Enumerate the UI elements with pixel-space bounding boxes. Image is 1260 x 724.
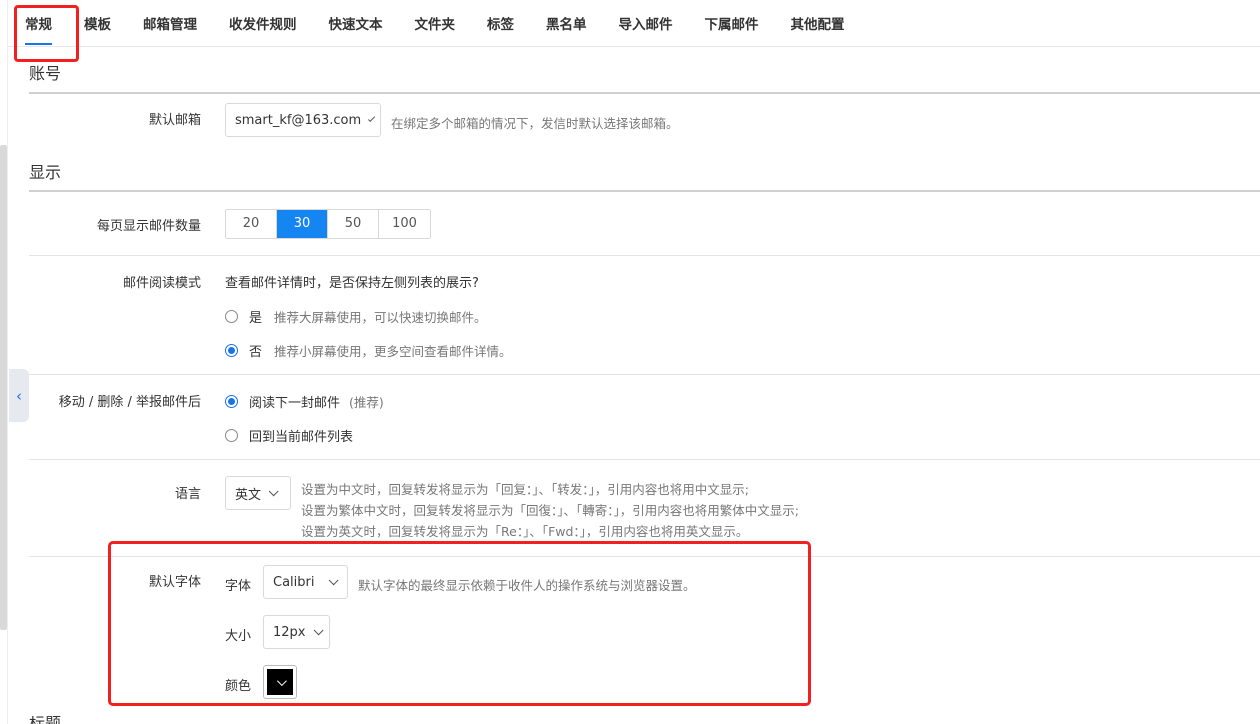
per-page-option-30[interactable]: 30 [277,210,328,238]
radio-circle[interactable] [225,429,238,442]
section-title-display: 显示 [29,163,62,182]
per-page-option-100[interactable]: 100 [379,210,430,238]
font-size-value: 12px [273,624,306,640]
per-page-option-50[interactable]: 50 [328,210,379,238]
highlight-box-font [108,541,811,706]
chevron-down-icon [329,574,340,585]
radio-circle[interactable] [225,395,238,408]
tab-other-config[interactable]: 其他配置 [791,0,845,47]
radio-circle[interactable] [225,310,238,323]
radio-label: 回到当前邮件列表 [249,430,354,445]
default-mailbox-select[interactable]: smart_kf@163.com [225,103,381,137]
settings-tabs: 常规 模板 邮箱管理 收发件规则 快速文本 文件夹 标签 黑名单 导入邮件 下属… [8,0,1260,47]
font-family-select[interactable]: Calibri [263,565,348,599]
default-mailbox-label: 默认邮箱 [148,113,201,128]
language-hint-line: 设置为英文时，回复转发将显示为「Re：」、「Fwd：」，引用内容也将用英文显示。 [301,524,749,539]
read-mode-question: 查看邮件详情时，是否保持左侧列表的展示? [225,276,479,291]
chevron-down-icon [268,485,279,496]
radio-label: 是 [249,311,263,326]
language-hint-line: 设置为繁体中文时，回复转发将显示为「回復：」、「轉寄：」，引用内容也将用繁体中文… [301,503,799,518]
collapse-sidebar-button[interactable]: ‹ [9,369,29,422]
divider [29,374,1260,375]
language-value: 英文 [235,487,262,503]
font-family-label: 字体 [225,579,252,594]
after-action-label: 移动 / 删除 / 举报邮件后 [58,395,201,410]
radio-label: 否 [249,345,263,360]
section-title-next: 标题 [29,716,61,724]
divider [29,255,1260,256]
tab-quick-text[interactable]: 快速文本 [329,0,383,47]
after-action-radio-back[interactable]: 回到当前邮件列表 [225,426,353,445]
radio-hint: 推荐大屏幕使用，可以快速切换邮件。 [274,310,487,325]
tab-tags[interactable]: 标签 [487,0,514,47]
tab-subordinate-mail[interactable]: 下属邮件 [705,0,759,47]
tab-import-mail[interactable]: 导入邮件 [619,0,673,47]
chevron-down-icon [276,675,287,686]
default-mailbox-value: smart_kf@163.com [235,112,362,128]
after-action-radio-next[interactable]: 阅读下一封邮件 (推荐) [225,392,384,411]
chevron-down-icon [368,114,376,122]
per-page-label: 每页显示邮件数量 [96,219,201,234]
font-hint: 默认字体的最终显示依赖于收件人的操作系统与浏览器设置。 [358,578,696,593]
radio-hint: (推荐) [349,395,384,410]
divider [29,556,1260,557]
left-scrollbar[interactable] [0,145,7,630]
radio-circle[interactable] [225,344,238,357]
radio-hint: 推荐小屏幕使用，更多空间查看邮件详情。 [274,344,512,359]
tab-general[interactable]: 常规 [25,0,52,47]
font-family-value: Calibri [273,574,315,590]
chevron-left-icon: ‹ [16,386,22,405]
settings-page: ‹ 常规 模板 邮箱管理 收发件规则 快速文本 文件夹 标签 黑名单 导入邮件 … [0,0,1260,724]
tab-templates[interactable]: 模板 [84,0,111,47]
read-mode-label: 邮件阅读模式 [122,276,201,291]
divider [29,190,1260,192]
divider [29,459,1260,460]
color-swatch-fill [267,669,293,695]
font-color-label: 颜色 [225,679,252,694]
default-mailbox-hint: 在绑定多个邮箱的情况下，发信时默认选择该邮箱。 [391,116,679,131]
section-title-account: 账号 [29,64,62,83]
tab-folders[interactable]: 文件夹 [415,0,456,47]
per-page-option-20[interactable]: 20 [226,210,277,238]
default-font-label: 默认字体 [148,575,201,590]
chevron-down-icon [313,624,324,635]
read-mode-radio-no[interactable]: 否 推荐小屏幕使用，更多空间查看邮件详情。 [225,341,512,360]
language-select[interactable]: 英文 [225,476,291,510]
radio-label: 阅读下一封邮件 [249,396,341,411]
per-page-segmented-control: 20 30 50 100 [225,209,431,239]
font-size-select[interactable]: 12px [263,615,330,649]
read-mode-radio-yes[interactable]: 是 推荐大屏幕使用，可以快速切换邮件。 [225,307,487,326]
tab-mailbox-management[interactable]: 邮箱管理 [143,0,197,47]
font-color-picker[interactable] [263,665,297,699]
language-hint-line: 设置为中文时，回复转发将显示为「回复：」、「转发：」，引用内容也将用中文显示; [301,482,749,497]
tab-blacklist[interactable]: 黑名单 [546,0,587,47]
font-size-label: 大小 [225,629,252,644]
divider [29,92,1260,94]
language-label: 语言 [174,487,201,502]
tab-mail-rules[interactable]: 收发件规则 [229,0,297,47]
